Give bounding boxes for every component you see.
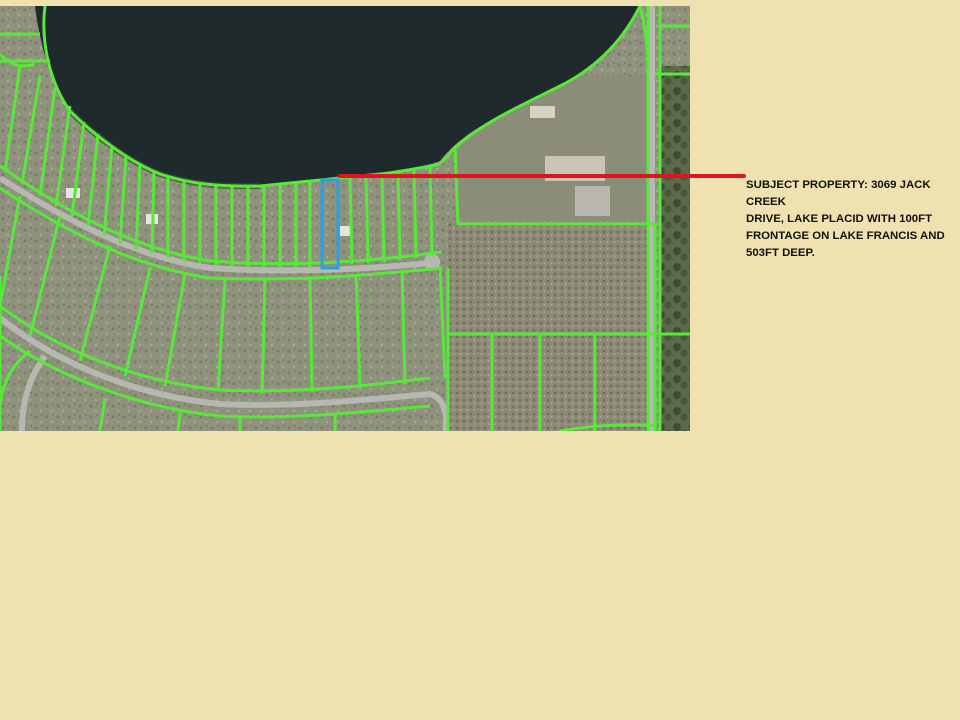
aerial-map bbox=[0, 6, 690, 431]
parcel-map-svg bbox=[0, 6, 690, 431]
structure bbox=[575, 186, 610, 216]
callout-leader-line bbox=[338, 174, 746, 178]
slide: SUBJECT PROPERTY: 3069 JACK CREEK DRIVE,… bbox=[0, 0, 960, 720]
grove-area-east bbox=[448, 221, 656, 431]
structure bbox=[530, 106, 555, 118]
subject-property-callout: SUBJECT PROPERTY: 3069 JACK CREEK DRIVE,… bbox=[746, 179, 945, 259]
tree-strip-far-east bbox=[660, 66, 690, 431]
